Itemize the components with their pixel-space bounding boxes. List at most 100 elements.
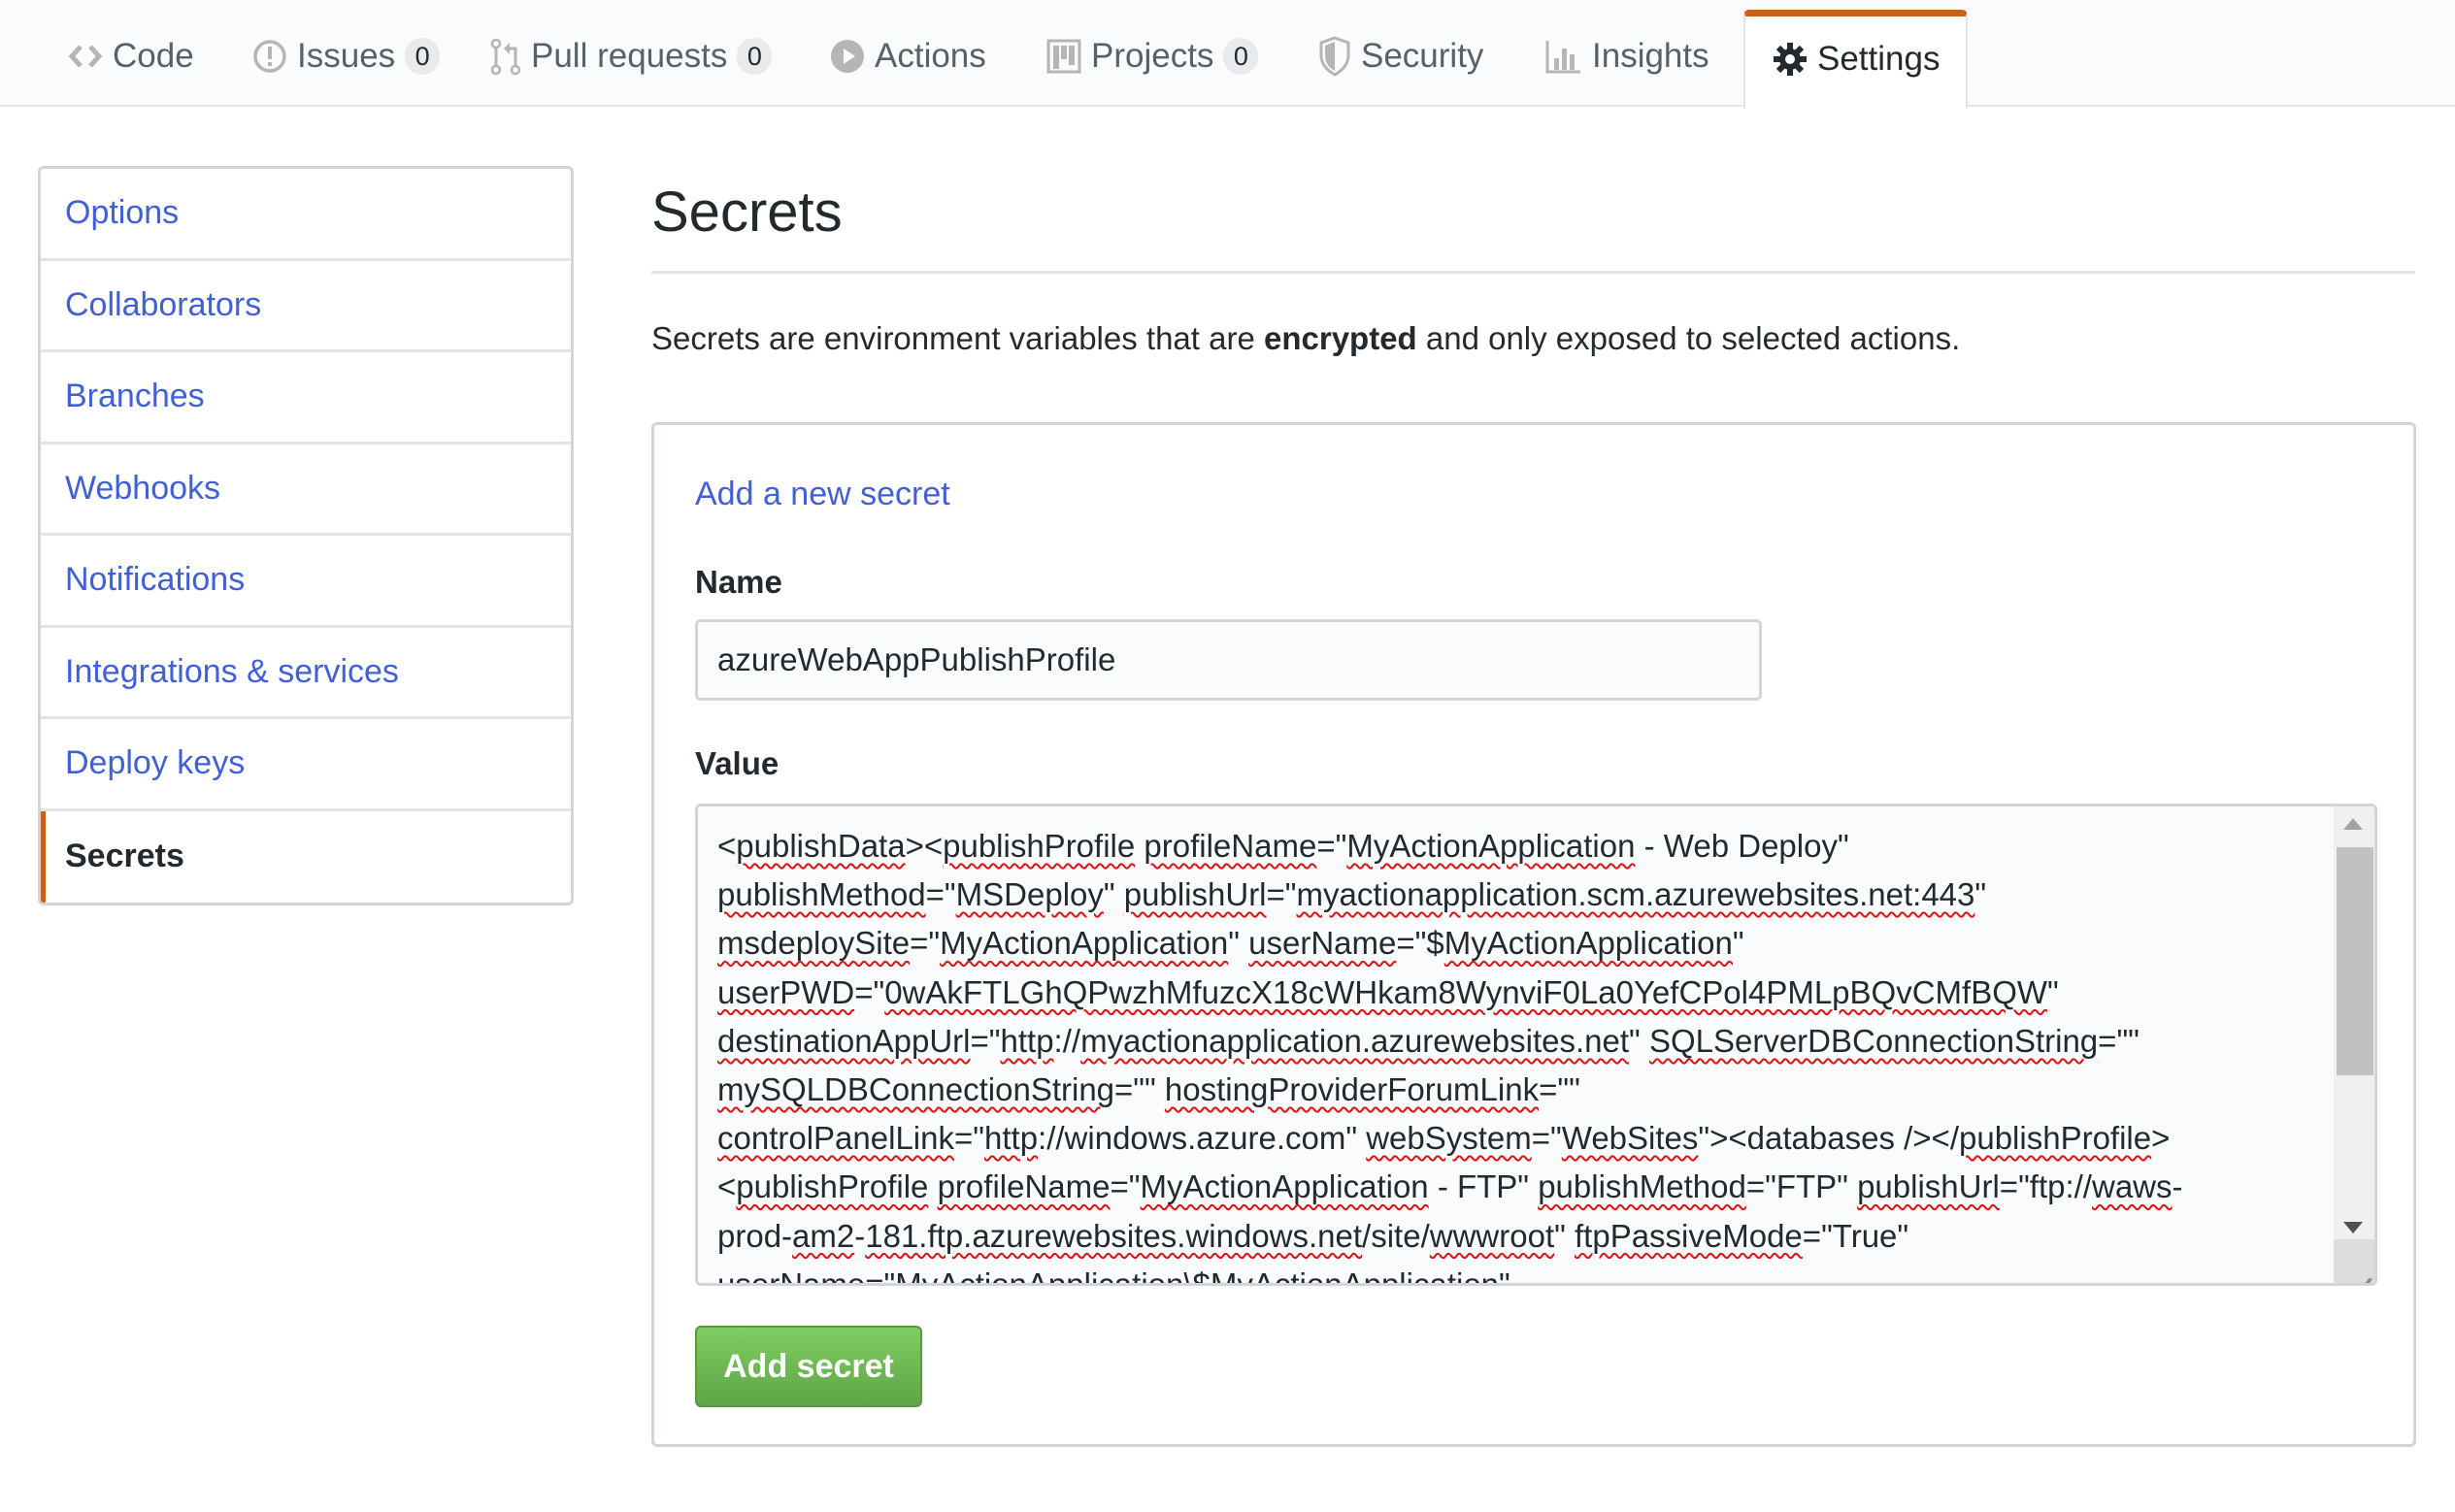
misspelled-word: controlPanelLink — [717, 1120, 954, 1157]
text-run: >< — [905, 828, 944, 864]
text-run: ="True" — [1802, 1217, 1909, 1254]
sidebar-item-notifications[interactable]: Notifications — [41, 536, 571, 628]
tab-security[interactable]: Security — [1318, 12, 1483, 107]
textarea-line: publishMethod="MSDeploy" publishUrl="mya… — [717, 871, 2339, 919]
text-run: " — [1629, 1022, 1649, 1059]
text-run: =" — [910, 925, 941, 962]
text-run: ="ftp:// — [1999, 1168, 2092, 1205]
tab-insights[interactable]: Insights — [1545, 12, 1709, 107]
description-text: Secrets are environment variables that a… — [651, 320, 1264, 356]
scrollbar-thumb[interactable] — [2337, 847, 2373, 1075]
misspelled-word: mySQLDBConnectionString — [717, 1071, 1115, 1108]
text-run: ="" — [1539, 1071, 1580, 1108]
sidebar-item-options[interactable]: Options — [41, 169, 571, 261]
textarea-line: destinationAppUrl="http://myactionapplic… — [717, 1017, 2339, 1066]
misspelled-word: userPWD — [717, 973, 855, 1010]
misspelled-word: profileName — [1144, 828, 1317, 864]
text-run: " — [2047, 973, 2059, 1010]
add-secret-form: Add a new secret Name Value <publishData… — [651, 422, 2416, 1447]
text-run: ="" — [2098, 1022, 2140, 1059]
misspelled-word: MyActionApplication — [940, 925, 1229, 962]
misspelled-word: myactionapplication.scm.azurewebsites.ne… — [1296, 876, 1975, 913]
text-run: prod- — [717, 1217, 793, 1254]
secret-name-input[interactable] — [695, 619, 1762, 701]
text-run: < — [717, 828, 737, 864]
misspelled-word: http — [1000, 1022, 1054, 1059]
play-icon — [830, 39, 865, 74]
misspelled-word: publishUrl — [1123, 876, 1267, 913]
sidebar-item-integrations-services[interactable]: Integrations & services — [41, 628, 571, 719]
misspelled-word: ftpPassiveMode — [1575, 1217, 1803, 1254]
misspelled-word: http — [984, 1120, 1039, 1157]
textarea-line: userPWD="0wAkFTLGhQPwzhMfuzcX18cWHkam8Wy… — [717, 969, 2339, 1017]
textarea-line: msdeploySite="MyActionApplication" userN… — [717, 919, 2339, 968]
misspelled-word: waws — [2091, 1168, 2173, 1205]
text-run: =" — [854, 973, 885, 1010]
scroll-up-arrow-icon[interactable] — [2343, 818, 2363, 830]
add-secret-button[interactable]: Add secret — [695, 1326, 922, 1407]
text-run: < — [717, 1168, 737, 1205]
misspelled-word: SQLServerDBConnectionString — [1648, 1022, 2099, 1059]
text-run: =" — [925, 876, 956, 913]
tab-actions[interactable]: Actions — [830, 12, 986, 107]
misspelled-word: WebSites — [1561, 1120, 1699, 1157]
sidebar-item-collaborators[interactable]: Collaborators — [41, 261, 571, 352]
text-run: /site/ — [1362, 1217, 1430, 1254]
sidebar-item-secrets[interactable]: Secrets — [41, 810, 571, 904]
text-run: ="" — [1114, 1071, 1165, 1108]
text-run: =" — [970, 1022, 1001, 1059]
settings-sidebar: Options Collaborators Branches Webhooks … — [38, 166, 574, 905]
textarea-line: <publishData><publishProfile profileName… — [717, 822, 2339, 871]
sidebar-item-branches[interactable]: Branches — [41, 352, 571, 444]
misspelled-word: publishMethod — [1538, 1168, 1746, 1205]
tab-label: Code — [113, 37, 194, 75]
textarea-line: userName="MyActionApplication\$MyActionA… — [717, 1261, 2339, 1286]
text-run: " — [1103, 876, 1124, 913]
textarea-line: prod-am2-181.ftp.azurewebsites.windows.n… — [717, 1212, 2339, 1261]
add-new-secret-heading[interactable]: Add a new secret — [695, 476, 950, 513]
misspelled-word: publishMethod — [717, 876, 926, 913]
misspelled-word: msdeploySite — [717, 925, 911, 962]
project-icon — [1046, 39, 1081, 74]
tab-label: Issues — [297, 37, 396, 75]
misspelled-word: 0wAkFTLGhQPwzhMfuzcX18cWHkam8WynviF0La0Y… — [884, 973, 2048, 1010]
sidebar-item-deploy-keys[interactable]: Deploy keys — [41, 719, 571, 811]
text-run: - — [854, 1217, 866, 1254]
issue-icon — [252, 39, 287, 74]
value-label: Value — [695, 745, 780, 781]
repo-nav-tabs: Code Issues 0 Pull requests 0 Actions Pr… — [0, 0, 2455, 109]
misspelled-word: profileName — [937, 1168, 1111, 1205]
misspelled-word: wwwroot — [1429, 1217, 1555, 1254]
text-run: =" — [1316, 828, 1347, 864]
misspelled-word: publishProfile — [1959, 1120, 2152, 1157]
text-run: - Web Deploy" — [1635, 828, 1849, 864]
misspelled-word: am2 — [792, 1217, 855, 1254]
misspelled-word: webSystem — [1366, 1120, 1532, 1157]
text-run: userName="MyActionApplication\$MyActionA… — [717, 1265, 1510, 1286]
name-label: Name — [695, 564, 782, 600]
issues-counter: 0 — [405, 38, 441, 75]
secret-value-textarea[interactable]: <publishData><publishProfile profileName… — [695, 804, 2377, 1286]
tab-code[interactable]: Code — [68, 12, 194, 107]
tab-issues[interactable]: Issues 0 — [252, 12, 441, 107]
resize-handle-icon[interactable] — [2334, 1239, 2374, 1283]
misspelled-word: destinationAppUrl — [717, 1022, 971, 1059]
tab-projects[interactable]: Projects 0 — [1046, 12, 1259, 107]
misspelled-word: MyActionApplication — [1443, 925, 1733, 962]
misspelled-word: publishData — [736, 828, 906, 864]
graph-icon — [1545, 39, 1582, 74]
pull-requests-counter: 0 — [737, 38, 773, 75]
text-run: =" — [1110, 1168, 1141, 1205]
textarea-line: controlPanelLink="http://windows.azure.c… — [717, 1114, 2339, 1163]
textarea-line: mySQLDBConnectionString="" hostingProvid… — [717, 1066, 2339, 1114]
sidebar-item-webhooks[interactable]: Webhooks — [41, 444, 571, 536]
tab-label: Insights — [1592, 37, 1709, 75]
tab-pull-requests[interactable]: Pull requests 0 — [490, 12, 773, 107]
textarea-scrollbar[interactable] — [2334, 806, 2374, 1283]
misspelled-word: MyActionApplication — [1346, 828, 1636, 864]
misspelled-word: hostingProviderForumLink — [1164, 1071, 1540, 1108]
scroll-down-arrow-icon[interactable] — [2343, 1222, 2363, 1233]
description-emphasis: encrypted — [1263, 320, 1417, 356]
tab-settings[interactable]: Settings — [1743, 10, 1968, 109]
misspelled-word: MyActionApplication — [1140, 1168, 1429, 1205]
